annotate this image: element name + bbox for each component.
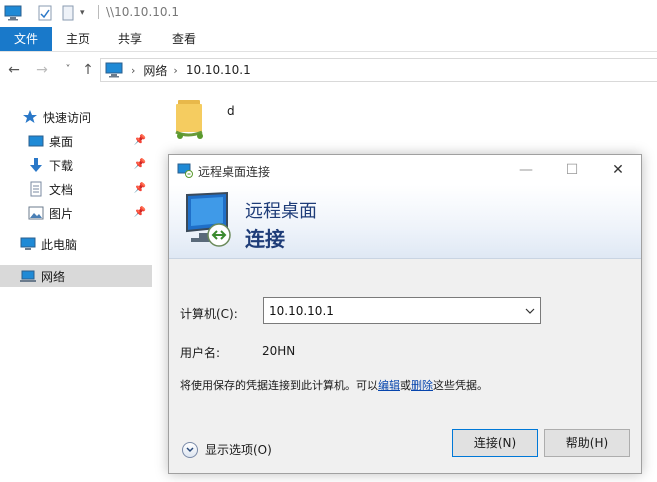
sidebar-item-quick-access[interactable]: 快速访问 <box>0 106 152 128</box>
sidebar-item-pictures[interactable]: 图片 📌 <box>0 202 152 224</box>
sidebar-item-documents[interactable]: 文档 📌 <box>0 178 152 200</box>
pin-icon[interactable]: 📌 <box>134 207 146 218</box>
pin-icon[interactable]: 📌 <box>134 183 146 194</box>
maximize-icon[interactable]: ☐ <box>549 155 595 185</box>
info-prefix: 将使用保存的凭据连接到此计算机。可以 <box>180 379 378 392</box>
address-row: ← → ˅ ↑ › 网络 › 10.10.10.1 <box>0 53 657 87</box>
tab-file[interactable]: 文件 <box>0 27 52 51</box>
sidebar-item-desktop[interactable]: 桌面 📌 <box>0 130 152 152</box>
download-icon <box>28 157 44 173</box>
star-icon <box>22 109 38 125</box>
info-suffix: 这些凭据。 <box>433 379 488 392</box>
rdp-monitor-icon <box>183 191 235 254</box>
folder-name[interactable]: d <box>227 104 235 118</box>
network-location-icon <box>105 62 123 78</box>
breadcrumb-chevron-icon[interactable]: › <box>131 64 135 77</box>
connect-button[interactable]: 连接(N) <box>452 429 538 457</box>
tab-view[interactable]: 查看 <box>162 27 206 51</box>
username-label: 用户名: <box>180 346 221 360</box>
rdp-title-bar[interactable]: 远程桌面连接 — ☐ ✕ <box>169 155 641 185</box>
sidebar-item-label: 文档 <box>49 182 74 197</box>
tab-home[interactable]: 主页 <box>56 27 100 51</box>
customize-qat-chevron-icon[interactable]: ▾ <box>80 4 85 22</box>
computer-value[interactable]: 10.10.10.1 <box>269 304 334 318</box>
sidebar-item-label: 网络 <box>41 269 66 284</box>
sidebar-item-label: 桌面 <box>49 134 74 149</box>
breadcrumb-chevron-icon[interactable]: › <box>173 64 177 77</box>
edit-credentials-link[interactable]: 编辑 <box>378 379 400 392</box>
properties-icon[interactable] <box>38 4 52 22</box>
minimize-icon[interactable]: — <box>503 155 549 185</box>
this-pc-icon <box>20 236 36 252</box>
address-bar[interactable]: › 网络 › 10.10.10.1 <box>100 58 657 82</box>
title-separator <box>98 5 99 19</box>
breadcrumb-network[interactable]: 网络 <box>143 62 167 79</box>
banner-subtitle: 连接 <box>245 227 285 251</box>
back-arrow-icon[interactable]: ← <box>6 61 22 79</box>
computer-combobox[interactable]: 10.10.10.1 <box>263 297 541 324</box>
breadcrumb-host[interactable]: 10.10.10.1 <box>186 63 251 77</box>
ribbon-tabs: 文件 主页 共享 查看 <box>0 27 657 52</box>
explorer-title-bar: ▾ \\10.10.10.1 <box>0 0 657 26</box>
chevron-down-icon[interactable] <box>524 305 536 317</box>
sidebar-item-downloads[interactable]: 下载 📌 <box>0 154 152 176</box>
window-title: \\10.10.10.1 <box>106 5 179 19</box>
username-value: 20HN <box>262 344 296 358</box>
tab-share[interactable]: 共享 <box>108 27 152 51</box>
sidebar-item-label: 此电脑 <box>41 237 78 252</box>
show-options-toggle[interactable]: 显示选项(O) <box>182 441 272 458</box>
forward-arrow-icon[interactable]: → <box>34 61 50 79</box>
desktop-icon <box>28 133 44 149</box>
pin-icon[interactable]: 📌 <box>134 135 146 146</box>
pin-icon[interactable]: 📌 <box>134 159 146 170</box>
close-icon[interactable]: ✕ <box>595 155 641 185</box>
computer-icon <box>4 4 22 22</box>
sidebar-item-label: 快速访问 <box>43 110 92 125</box>
show-options-label[interactable]: 显示选项(O) <box>205 441 272 458</box>
info-or: 或 <box>400 379 411 392</box>
banner-title: 远程桌面 <box>245 201 317 222</box>
new-folder-icon[interactable] <box>62 4 74 22</box>
credentials-info: 将使用保存的凭据连接到此计算机。可以编辑或删除这些凭据。 <box>180 377 488 393</box>
up-arrow-icon[interactable]: ↑ <box>80 61 96 79</box>
network-icon <box>20 268 36 284</box>
help-button[interactable]: 帮助(H) <box>544 429 630 457</box>
sidebar-item-this-pc[interactable]: 此电脑 <box>0 233 152 255</box>
sidebar-item-label: 图片 <box>49 206 74 221</box>
shared-folder-icon[interactable] <box>174 98 204 142</box>
recent-locations-chevron-icon[interactable]: ˅ <box>60 61 76 79</box>
sidebar-item-label: 下载 <box>49 158 74 173</box>
picture-icon <box>28 205 44 221</box>
rdp-title: 远程桌面连接 <box>198 165 271 179</box>
delete-credentials-link[interactable]: 删除 <box>411 379 433 392</box>
rdp-banner: 远程桌面 连接 <box>169 185 641 259</box>
document-icon <box>28 181 44 197</box>
expand-chevron-icon[interactable] <box>182 441 198 458</box>
rdp-app-icon <box>177 162 193 181</box>
computer-label: 计算机(C): <box>180 307 238 321</box>
rdp-dialog: 远程桌面连接 — ☐ ✕ 远程桌面 连接 计算机(C): 10.10.10.1 … <box>168 154 642 474</box>
sidebar-item-network[interactable]: 网络 <box>0 265 152 287</box>
navigation-pane: 快速访问 桌面 📌 下载 📌 文档 📌 图片 📌 此电脑 网络 <box>0 90 154 482</box>
